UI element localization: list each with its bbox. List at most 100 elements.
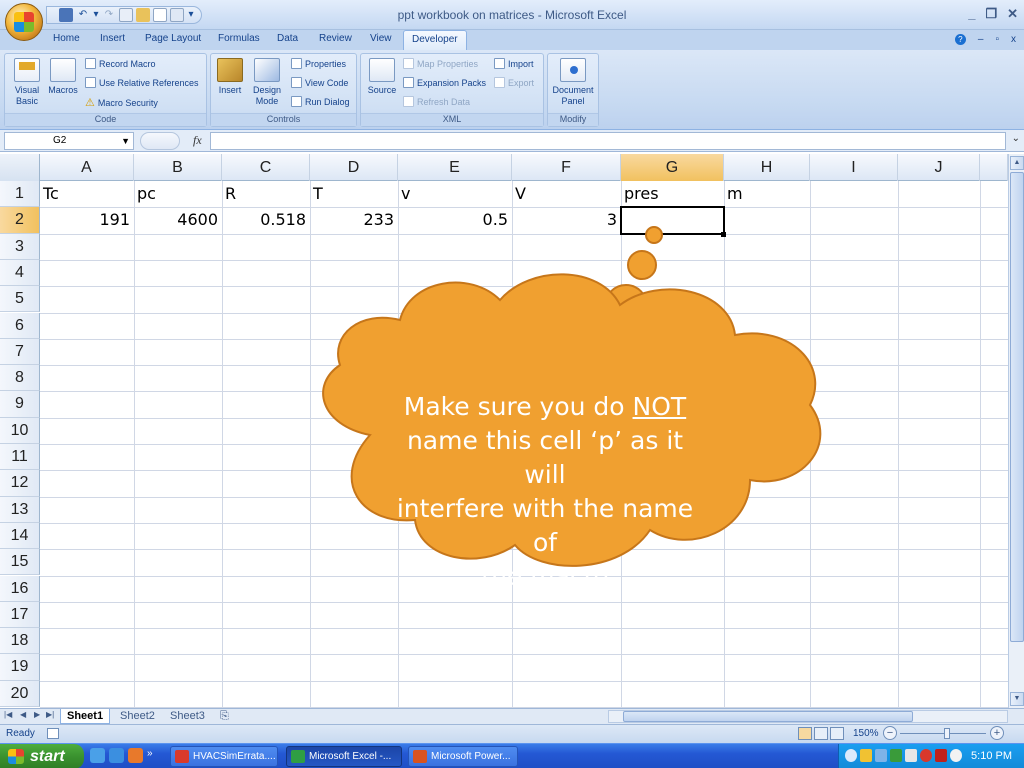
vertical-scroll-thumb[interactable] (1010, 172, 1024, 642)
column-header-c[interactable]: C (222, 154, 310, 181)
tray-network-icon[interactable] (875, 749, 887, 762)
source-button[interactable]: Source (364, 58, 400, 96)
view-code-button[interactable]: View Code (291, 77, 348, 88)
close-button[interactable]: ✕ (1007, 6, 1018, 22)
macro-recording-icon[interactable] (47, 728, 59, 739)
minimize-button[interactable]: _ (968, 6, 975, 22)
select-all-button[interactable] (0, 154, 40, 181)
tray-antivirus-icon[interactable] (920, 749, 932, 762)
row-header-10[interactable]: 10 (0, 417, 40, 444)
macro-security-button[interactable]: ⚠ Macro Security (85, 96, 158, 109)
vertical-scrollbar[interactable]: ▲ ▼ (1008, 154, 1024, 708)
taskbar-button-excel[interactable]: Microsoft Excel -... (286, 746, 402, 767)
row-header-6[interactable]: 6 (0, 312, 40, 339)
office-button[interactable] (5, 3, 43, 41)
use-relative-references-button[interactable]: Use Relative References (85, 77, 199, 88)
page-break-preview-icon[interactable] (830, 727, 844, 740)
tray-security-icon[interactable] (890, 749, 902, 762)
row-header-11[interactable]: 11 (0, 444, 40, 471)
workbook-close-icon[interactable]: x (1011, 34, 1016, 45)
horizontal-scroll-thumb[interactable] (623, 711, 913, 722)
row-header-17[interactable]: 17 (0, 601, 40, 629)
column-header-e[interactable]: E (398, 154, 512, 181)
row-header-20[interactable]: 20 (0, 680, 40, 707)
tab-review[interactable]: Review (319, 33, 352, 44)
design-mode-button[interactable]: Design Mode (247, 58, 287, 107)
document-panel-button[interactable]: Document Panel (550, 58, 596, 107)
refresh-data-button[interactable]: Refresh Data (403, 96, 470, 107)
tab-view[interactable]: View (370, 33, 392, 44)
workbook-minimize-icon[interactable]: – (978, 34, 984, 45)
column-header-a[interactable]: A (40, 154, 134, 181)
column-header-f[interactable]: F (512, 154, 621, 181)
cell-b2[interactable]: 4600 (134, 210, 218, 229)
zoom-out-icon[interactable]: − (883, 726, 897, 740)
sheet-tab-sheet2[interactable]: Sheet2 (114, 709, 161, 724)
row-header-3[interactable]: 3 (0, 233, 40, 260)
tab-home[interactable]: Home (53, 33, 80, 44)
page-layout-view-icon[interactable] (814, 727, 828, 740)
sheet-tab-sheet1[interactable]: Sheet1 (60, 709, 111, 724)
horizontal-scrollbar[interactable] (608, 710, 1008, 723)
taskbar-button-powerpoint[interactable]: Microsoft Power... (408, 746, 518, 767)
cell-a1[interactable]: Tc (43, 184, 59, 203)
row-header-12[interactable]: 12 (0, 470, 40, 497)
row-header-5[interactable]: 5 (0, 286, 40, 313)
cell-h1[interactable]: m (727, 184, 743, 203)
start-button[interactable]: start (0, 744, 84, 768)
firefox-icon[interactable] (128, 748, 143, 763)
tab-insert[interactable]: Insert (100, 33, 125, 44)
prev-sheet-icon[interactable]: ◀ (20, 710, 26, 719)
row-header-16[interactable]: 16 (0, 575, 40, 602)
normal-view-icon[interactable] (798, 727, 812, 740)
name-box[interactable]: G2 ▼ (4, 132, 134, 150)
column-header-b[interactable]: B (134, 154, 222, 181)
tray-expand-icon[interactable] (845, 749, 857, 762)
row-header-4[interactable]: 4 (0, 259, 40, 287)
export-button[interactable]: Export (494, 77, 534, 88)
column-header-j[interactable]: J (898, 154, 980, 181)
row-header-15[interactable]: 15 (0, 549, 40, 576)
tray-mcafee-icon[interactable] (935, 749, 947, 762)
row-header-13[interactable]: 13 (0, 496, 40, 523)
record-macro-button[interactable]: Record Macro (85, 58, 156, 69)
cell-e1[interactable]: v (401, 184, 410, 203)
media-player-icon[interactable] (90, 748, 105, 763)
column-header-h[interactable]: H (724, 154, 810, 181)
quick-launch-more-icon[interactable]: » (147, 748, 153, 763)
zoom-level[interactable]: 150% (853, 728, 879, 739)
zoom-slider[interactable] (900, 733, 986, 734)
column-header-i[interactable]: I (810, 154, 898, 181)
tab-page-layout[interactable]: Page Layout (145, 33, 201, 44)
row-header-7[interactable]: 7 (0, 338, 40, 366)
tab-formulas[interactable]: Formulas (218, 33, 260, 44)
insert-sheet-icon[interactable]: ⎘ (214, 709, 235, 724)
cell-a2[interactable]: 191 (40, 210, 130, 229)
expansion-packs-button[interactable]: Expansion Packs (403, 77, 486, 88)
insert-control-button[interactable]: Insert (215, 58, 245, 96)
row-header-14[interactable]: 14 (0, 522, 40, 550)
first-sheet-icon[interactable]: |◀ (4, 710, 12, 719)
properties-button[interactable]: Properties (291, 58, 346, 69)
row-header-8[interactable]: 8 (0, 365, 40, 392)
row-header-19[interactable]: 19 (0, 654, 40, 681)
cell-c2[interactable]: 0.518 (222, 210, 306, 229)
cell-c1[interactable]: R (225, 184, 236, 203)
tray-app-icon[interactable] (860, 749, 872, 762)
scroll-down-icon[interactable]: ▼ (1010, 692, 1024, 706)
column-header-g[interactable]: G (621, 154, 724, 181)
cell-b1[interactable]: pc (137, 184, 156, 203)
scroll-up-icon[interactable]: ▲ (1010, 156, 1024, 170)
zoom-slider-thumb[interactable] (944, 728, 950, 739)
tray-volume-icon[interactable] (950, 749, 962, 762)
macros-button[interactable]: Macros (45, 58, 81, 96)
next-sheet-icon[interactable]: ▶ (34, 710, 40, 719)
visual-basic-button[interactable]: Visual Basic (9, 58, 45, 107)
column-header-partial[interactable] (980, 154, 1008, 181)
column-header-d[interactable]: D (310, 154, 398, 181)
import-button[interactable]: Import (494, 58, 534, 69)
taskbar-button-pdf[interactable]: HVACSimErrata.... (170, 746, 278, 767)
map-properties-button[interactable]: Map Properties (403, 58, 478, 69)
row-header-18[interactable]: 18 (0, 628, 40, 655)
formula-bar-splitter-icon[interactable] (140, 132, 180, 150)
